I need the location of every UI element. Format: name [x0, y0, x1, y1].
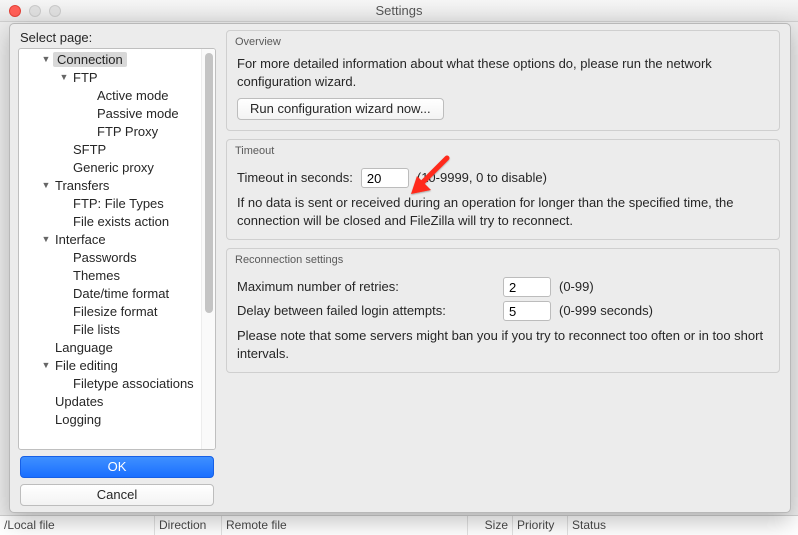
tree-item-label: Interface [53, 232, 108, 247]
col-local-file: /Local file [0, 516, 155, 535]
tree-item[interactable]: Passwords [19, 248, 201, 266]
retries-label: Maximum number of retries: [237, 278, 495, 296]
tree-item[interactable]: FTP Proxy [19, 122, 201, 140]
timeout-note: If no data is sent or received during an… [237, 194, 769, 229]
delay-hint: (0-999 seconds) [559, 302, 653, 320]
delay-label: Delay between failed login attempts: [237, 302, 495, 320]
timeout-input[interactable] [361, 168, 409, 188]
tree-item-label: Logging [53, 412, 103, 427]
tree-item[interactable]: File lists [19, 320, 201, 338]
tree-item[interactable]: ▼Transfers [19, 176, 201, 194]
tree-item[interactable]: Active mode [19, 86, 201, 104]
tree-item-label: Connection [53, 52, 127, 67]
tree-item[interactable]: Passive mode [19, 104, 201, 122]
col-remote-file: Remote file [222, 516, 468, 535]
timeout-group: Timeout Timeout in seconds: (10-9999, 0 … [226, 139, 780, 240]
tree-item[interactable]: Themes [19, 266, 201, 284]
page-tree[interactable]: ▼Connection▼FTPActive modePassive modeFT… [18, 48, 216, 450]
overview-group: Overview For more detailed information a… [226, 30, 780, 131]
tree-item-label: Updates [53, 394, 105, 409]
col-status: Status [568, 516, 798, 535]
disclosure-triangle-icon[interactable]: ▼ [57, 72, 71, 82]
tree-item-label: Filesize format [71, 304, 160, 319]
tree-item-label: Language [53, 340, 115, 355]
col-direction: Direction [155, 516, 222, 535]
tree-item-label: FTP: File Types [71, 196, 166, 211]
disclosure-triangle-icon[interactable]: ▼ [39, 234, 53, 244]
timeout-hint: (10-9999, 0 to disable) [417, 169, 547, 187]
tree-item[interactable]: Filesize format [19, 302, 201, 320]
tree-item-label: SFTP [71, 142, 108, 157]
titlebar: Settings [0, 0, 798, 22]
tree-item-label: File lists [71, 322, 122, 337]
reconnect-group: Reconnection settings Maximum number of … [226, 248, 780, 373]
tree-item[interactable]: Language [19, 338, 201, 356]
tree-item-label: Active mode [95, 88, 171, 103]
tree-item-label: FTP Proxy [95, 124, 160, 139]
tree-item[interactable]: ▼FTP [19, 68, 201, 86]
delay-input[interactable] [503, 301, 551, 321]
disclosure-triangle-icon[interactable]: ▼ [39, 54, 53, 64]
reconnect-note: Please note that some servers might ban … [237, 327, 769, 362]
reconnect-title: Reconnection settings [227, 249, 779, 266]
tree-item[interactable]: ▼Connection [19, 50, 201, 68]
tree-item[interactable]: FTP: File Types [19, 194, 201, 212]
retries-input[interactable] [503, 277, 551, 297]
tree-scrollbar[interactable] [201, 49, 215, 449]
tree-item[interactable]: Generic proxy [19, 158, 201, 176]
scrollbar-thumb[interactable] [205, 53, 213, 313]
tree-item-label: Filetype associations [71, 376, 196, 391]
tree-item[interactable]: File exists action [19, 212, 201, 230]
timeout-title: Timeout [227, 140, 779, 157]
retries-hint: (0-99) [559, 278, 594, 296]
tree-item-label: File editing [53, 358, 120, 373]
tree-item[interactable]: Filetype associations [19, 374, 201, 392]
tree-item[interactable]: Date/time format [19, 284, 201, 302]
tree-item[interactable]: SFTP [19, 140, 201, 158]
tree-item[interactable]: ▼File editing [19, 356, 201, 374]
settings-dialog: Select page: ▼Connection▼FTPActive modeP… [9, 23, 791, 513]
tree-item[interactable]: Updates [19, 392, 201, 410]
col-size: Size [468, 516, 513, 535]
tree-item-label: Generic proxy [71, 160, 156, 175]
tree-item[interactable]: ▼Interface [19, 230, 201, 248]
col-priority: Priority [513, 516, 568, 535]
overview-text: For more detailed information about what… [237, 55, 769, 90]
cancel-button[interactable]: Cancel [20, 484, 214, 506]
tree-item-label: Themes [71, 268, 122, 283]
disclosure-triangle-icon[interactable]: ▼ [39, 360, 53, 370]
overview-title: Overview [227, 31, 779, 48]
tree-item-label: Transfers [53, 178, 111, 193]
run-wizard-button[interactable]: Run configuration wizard now... [237, 98, 444, 120]
window-title: Settings [0, 3, 798, 18]
tree-item[interactable]: Logging [19, 410, 201, 428]
disclosure-triangle-icon[interactable]: ▼ [39, 180, 53, 190]
timeout-label: Timeout in seconds: [237, 169, 353, 187]
tree-item-label: FTP [71, 70, 100, 85]
tree-item-label: Passive mode [95, 106, 181, 121]
select-page-label: Select page: [20, 30, 216, 45]
tree-item-label: Passwords [71, 250, 139, 265]
tree-item-label: File exists action [71, 214, 171, 229]
ok-button[interactable]: OK [20, 456, 214, 478]
tree-item-label: Date/time format [71, 286, 171, 301]
